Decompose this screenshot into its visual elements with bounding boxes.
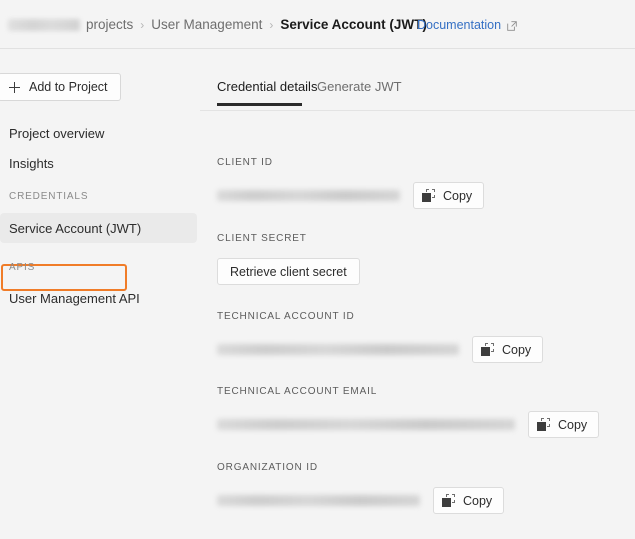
field-client-id: CLIENT ID [redacted] Copy bbox=[217, 157, 485, 209]
tab-label: Credential details bbox=[217, 79, 318, 94]
sidebar-item-label: Service Account (JWT) bbox=[9, 220, 142, 236]
field-label: ORGANIZATION ID bbox=[217, 462, 318, 473]
copy-technical-account-id-button[interactable]: Copy bbox=[472, 336, 544, 363]
page-header: [redacted] projects › User Management › … bbox=[0, 0, 635, 49]
sidebar-item-user-management-api[interactable]: User Management API bbox=[0, 283, 197, 313]
copy-button-label: Copy bbox=[443, 188, 473, 203]
retrieve-client-secret-label: Retrieve client secret bbox=[230, 264, 347, 279]
sidebar: Add to Project Project overview Insights… bbox=[0, 49, 200, 539]
add-to-project-button[interactable]: Add to Project bbox=[0, 73, 121, 101]
copy-button-label: Copy bbox=[558, 417, 588, 432]
breadcrumb-service-account-jwt: Service Account (JWT) bbox=[280, 17, 427, 32]
field-row: [redacted] Copy bbox=[217, 182, 485, 209]
field-label: TECHNICAL ACCOUNT ID bbox=[217, 311, 355, 322]
breadcrumb: [redacted] projects › User Management › … bbox=[8, 17, 427, 32]
sidebar-item-label: Project overview bbox=[9, 125, 105, 141]
breadcrumb-projects[interactable]: projects bbox=[86, 17, 133, 32]
breadcrumb-separator-1: › bbox=[140, 17, 145, 32]
copy-technical-account-email-button[interactable]: Copy bbox=[528, 411, 600, 438]
tab-bar: Credential details Generate JWT bbox=[200, 49, 635, 111]
field-row: [redacted]@AdobeOrg Copy bbox=[217, 487, 505, 514]
copy-organization-id-button[interactable]: Copy bbox=[433, 487, 505, 514]
field-row: [redacted]@techacct.adobe.com Copy bbox=[217, 411, 600, 438]
sidebar-item-project-overview[interactable]: Project overview bbox=[0, 118, 197, 148]
sidebar-section-credentials: CREDENTIALS bbox=[9, 191, 89, 202]
sidebar-item-label: User Management API bbox=[9, 290, 140, 306]
breadcrumb-separator-2: › bbox=[269, 17, 274, 32]
copy-client-id-button[interactable]: Copy bbox=[413, 182, 485, 209]
copy-icon bbox=[481, 343, 494, 356]
copy-icon bbox=[422, 189, 435, 202]
field-technical-account-email: TECHNICAL ACCOUNT EMAIL [redacted]@techa… bbox=[217, 386, 600, 438]
client-id-value: [redacted] bbox=[217, 190, 400, 201]
field-row: [redacted]@techacct.adobe.com Copy bbox=[217, 336, 544, 363]
copy-button-label: Copy bbox=[463, 493, 493, 508]
copy-button-label: Copy bbox=[502, 342, 532, 357]
field-client-secret: CLIENT SECRET Retrieve client secret bbox=[217, 233, 360, 285]
add-to-project-label: Add to Project bbox=[29, 80, 108, 94]
field-label: CLIENT SECRET bbox=[217, 233, 307, 244]
retrieve-client-secret-button[interactable]: Retrieve client secret bbox=[217, 258, 360, 285]
sidebar-item-insights[interactable]: Insights bbox=[0, 148, 197, 178]
field-row: Retrieve client secret bbox=[217, 258, 360, 285]
organization-id-value: [redacted]@AdobeOrg bbox=[217, 495, 420, 506]
plus-icon bbox=[9, 81, 20, 93]
sidebar-section-apis: APIS bbox=[9, 262, 36, 273]
tab-label: Generate JWT bbox=[317, 79, 402, 94]
field-technical-account-id: TECHNICAL ACCOUNT ID [redacted]@techacct… bbox=[217, 311, 544, 363]
field-label: TECHNICAL ACCOUNT EMAIL bbox=[217, 386, 378, 397]
documentation-link-wrapper: Documentation bbox=[417, 18, 517, 32]
technical-account-email-value: [redacted]@techacct.adobe.com bbox=[217, 419, 515, 430]
copy-icon bbox=[442, 494, 455, 507]
breadcrumb-user-management[interactable]: User Management bbox=[151, 17, 262, 32]
tab-generate-jwt[interactable]: Generate JWT bbox=[317, 79, 402, 106]
documentation-link[interactable]: Documentation bbox=[417, 18, 501, 32]
copy-icon bbox=[537, 418, 550, 431]
breadcrumb-org-name[interactable]: [redacted] bbox=[8, 18, 80, 31]
external-link-icon bbox=[507, 20, 517, 31]
sidebar-item-service-account-jwt[interactable]: Service Account (JWT) bbox=[0, 213, 197, 243]
field-label: CLIENT ID bbox=[217, 157, 273, 168]
main-content: Credential details Generate JWT CLIENT I… bbox=[200, 49, 635, 539]
technical-account-id-value: [redacted]@techacct.adobe.com bbox=[217, 344, 459, 355]
sidebar-item-label: Insights bbox=[9, 155, 54, 171]
field-organization-id: ORGANIZATION ID [redacted]@AdobeOrg Copy bbox=[217, 462, 505, 514]
tab-bar-divider bbox=[200, 110, 635, 111]
tab-credential-details[interactable]: Credential details bbox=[217, 79, 317, 106]
